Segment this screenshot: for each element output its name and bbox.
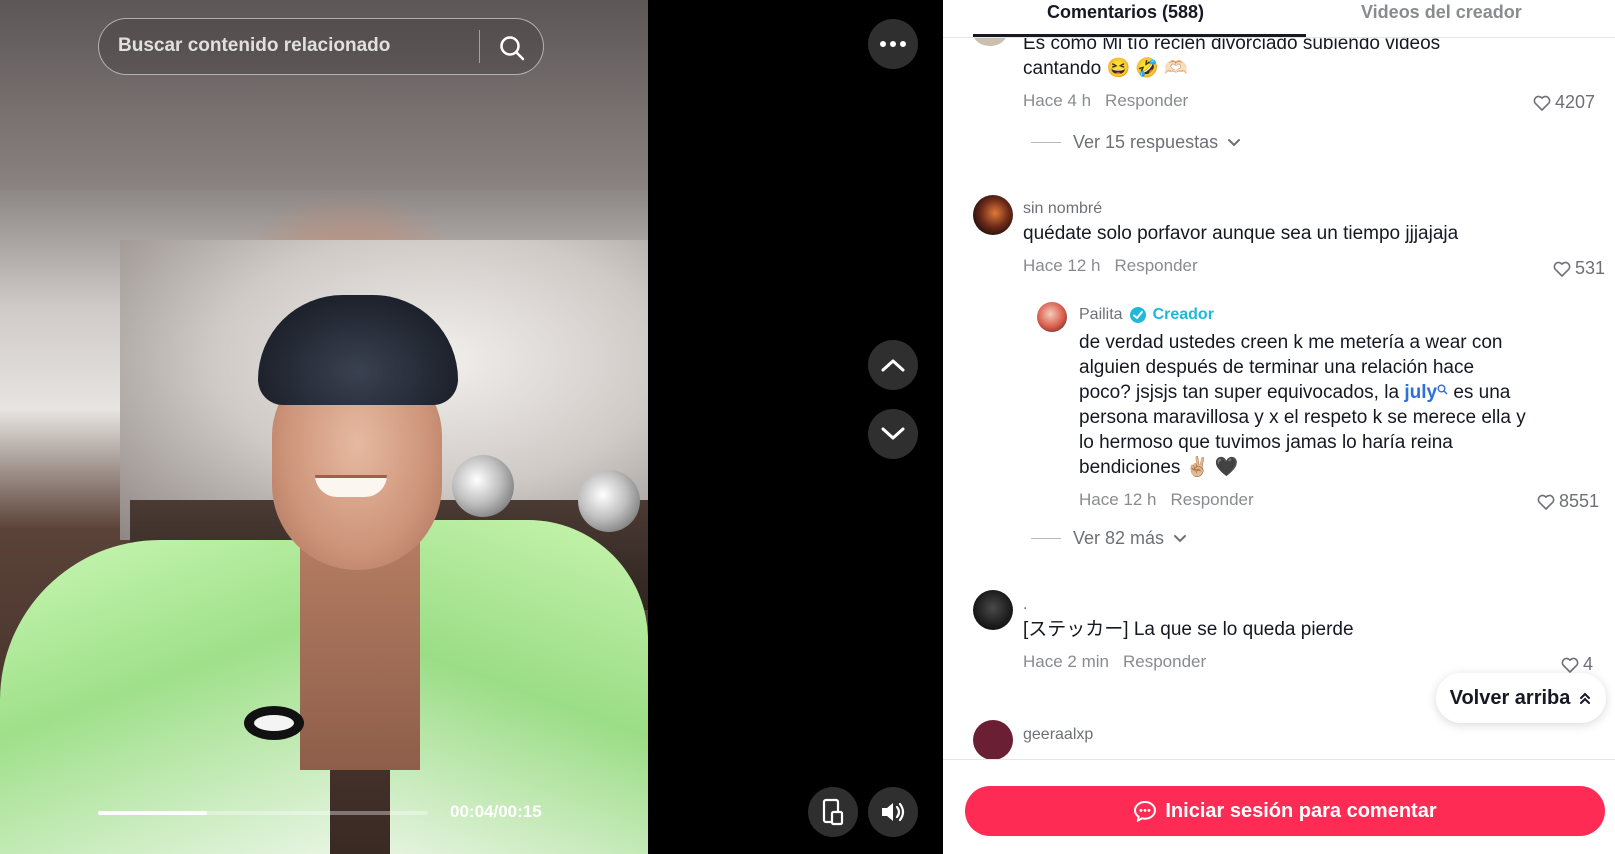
login-to-comment-label: Iniciar sesión para comentar bbox=[1165, 799, 1437, 822]
comment-text: cantando 😆 🤣 🫶🏻 bbox=[1023, 58, 1188, 79]
like-count: 8551 bbox=[1559, 491, 1600, 511]
reply-text-line: persona maravillosa y x el respeto k se … bbox=[1079, 407, 1526, 428]
reply-text-line: poco? jsjsjs tan super equivocados, la j… bbox=[1079, 380, 1510, 405]
comment-text: quédate solo porfavor aunque sea un tiem… bbox=[1023, 223, 1459, 244]
avatar[interactable] bbox=[973, 195, 1013, 235]
view-replies-button[interactable]: Ver 15 respuestas bbox=[1031, 132, 1242, 153]
view-replies-label: Ver 15 respuestas bbox=[1073, 132, 1219, 152]
side-controls bbox=[648, 0, 943, 854]
chat-bubble-icon bbox=[1134, 800, 1157, 822]
chevron-up-icon bbox=[881, 359, 905, 372]
video-frame-logo bbox=[244, 706, 304, 740]
verified-icon bbox=[1129, 307, 1146, 323]
comment-footer: Iniciar sesión para comentar bbox=[943, 759, 1615, 854]
floating-player-button[interactable] bbox=[808, 787, 858, 837]
back-to-top-button[interactable]: Volver arriba bbox=[1436, 673, 1606, 723]
reply-text-line: bendiciones ✌🏼 🖤 bbox=[1079, 457, 1239, 478]
comment-time: Hace 12 h bbox=[1023, 256, 1101, 275]
reply-button[interactable]: Responder bbox=[1171, 490, 1254, 509]
heart-icon bbox=[1537, 494, 1555, 510]
comments-panel: Comentarios (588) Videos del creador Es … bbox=[943, 0, 1615, 854]
reply-time: Hace 12 h bbox=[1079, 490, 1157, 509]
chevron-down-icon bbox=[881, 427, 905, 440]
creator-badge: Creador bbox=[1152, 306, 1214, 323]
comment-username[interactable]: sin nombré bbox=[1023, 200, 1102, 218]
like-count: 4 bbox=[1583, 654, 1594, 674]
more-options-button[interactable] bbox=[868, 19, 918, 69]
comment-username[interactable]: geeraalxp bbox=[1023, 726, 1093, 744]
like-button[interactable]: 4207 bbox=[1533, 92, 1595, 113]
back-to-top-label: Volver arriba bbox=[1449, 686, 1571, 709]
comment-meta: Hace 4 h Responder bbox=[1023, 91, 1188, 111]
volume-button[interactable] bbox=[868, 787, 918, 837]
floating-player-icon bbox=[822, 798, 844, 826]
reply-text-line: lo hermoso que tuvimos jamas lo haría re… bbox=[1079, 432, 1453, 453]
video-frame-lamp bbox=[578, 470, 640, 532]
video-frame-jacket bbox=[0, 540, 330, 854]
double-chevron-up-icon bbox=[1580, 692, 1591, 704]
video-frame-mouth bbox=[315, 475, 387, 497]
divider bbox=[1031, 142, 1061, 143]
speaker-icon bbox=[882, 802, 905, 822]
avatar[interactable] bbox=[973, 590, 1013, 630]
video-frame-lamp bbox=[452, 455, 514, 517]
active-tab-indicator bbox=[973, 34, 1306, 37]
reply-text-line: alguien después de terminar una relación… bbox=[1079, 357, 1475, 378]
divider bbox=[1031, 538, 1061, 539]
reply-meta: Hace 12 h Responder bbox=[1079, 490, 1254, 510]
progress-fill bbox=[98, 811, 207, 815]
reply-text-part: poco? jsjsjs tan super equivocados, la bbox=[1079, 382, 1400, 403]
heart-icon bbox=[1553, 261, 1571, 277]
previous-video-button[interactable] bbox=[868, 340, 918, 390]
chevron-down-icon bbox=[1174, 534, 1187, 542]
chevron-down-icon bbox=[1228, 138, 1241, 146]
related-search-input[interactable]: Buscar contenido relacionado bbox=[118, 35, 390, 57]
video-frame-neck bbox=[300, 540, 420, 770]
heart-icon bbox=[1533, 95, 1551, 111]
view-more-replies-button[interactable]: Ver 82 más bbox=[1031, 528, 1188, 549]
comments-tabs: Comentarios (588) Videos del creador bbox=[943, 0, 1615, 38]
creator-avatar[interactable] bbox=[1037, 302, 1067, 332]
search-icon bbox=[1437, 384, 1448, 395]
comment-username[interactable]: . bbox=[1023, 596, 1027, 614]
mention-link[interactable]: july bbox=[1404, 382, 1437, 403]
reply-button[interactable]: Responder bbox=[1115, 256, 1198, 275]
like-button[interactable]: 8551 bbox=[1537, 491, 1599, 512]
comment-text: [ステッカー] La que se lo queda pierde bbox=[1023, 619, 1354, 640]
video-player[interactable]: Buscar contenido relacionado 00:04/00:15 bbox=[0, 0, 648, 854]
comment-time: Hace 2 min bbox=[1023, 652, 1109, 671]
related-search-bar[interactable]: Buscar contenido relacionado bbox=[98, 18, 544, 75]
like-button[interactable]: 4 bbox=[1561, 654, 1593, 675]
next-video-button[interactable] bbox=[868, 409, 918, 459]
reply-text-line: de verdad ustedes creen k me metería a w… bbox=[1079, 332, 1503, 353]
search-icon[interactable] bbox=[497, 33, 527, 63]
like-count: 531 bbox=[1575, 258, 1606, 278]
progress-bar[interactable] bbox=[98, 811, 428, 815]
comment-meta: Hace 2 min Responder bbox=[1023, 652, 1206, 672]
comment-meta: Hace 12 h Responder bbox=[1023, 256, 1198, 276]
heart-icon bbox=[1561, 657, 1579, 673]
like-button[interactable]: 531 bbox=[1553, 258, 1605, 279]
tab-comments[interactable]: Comentarios (588) bbox=[1047, 2, 1204, 23]
reply-header: Pailita Creador bbox=[1079, 306, 1214, 324]
reply-text-part: es una bbox=[1448, 382, 1511, 403]
login-to-comment-button[interactable]: Iniciar sesión para comentar bbox=[965, 786, 1605, 836]
like-count: 4207 bbox=[1555, 92, 1596, 112]
comment-time: Hace 4 h bbox=[1023, 91, 1092, 110]
reply-username[interactable]: Pailita bbox=[1079, 306, 1123, 324]
avatar[interactable] bbox=[973, 720, 1013, 760]
view-more-label: Ver 82 más bbox=[1073, 528, 1165, 548]
reply-button[interactable]: Responder bbox=[1123, 652, 1206, 671]
search-divider bbox=[479, 30, 480, 63]
reply-button[interactable]: Responder bbox=[1105, 91, 1188, 110]
tab-creator-videos[interactable]: Videos del creador bbox=[1361, 2, 1522, 23]
playback-time: 00:04/00:15 bbox=[450, 802, 542, 821]
more-dots-icon bbox=[880, 41, 906, 47]
